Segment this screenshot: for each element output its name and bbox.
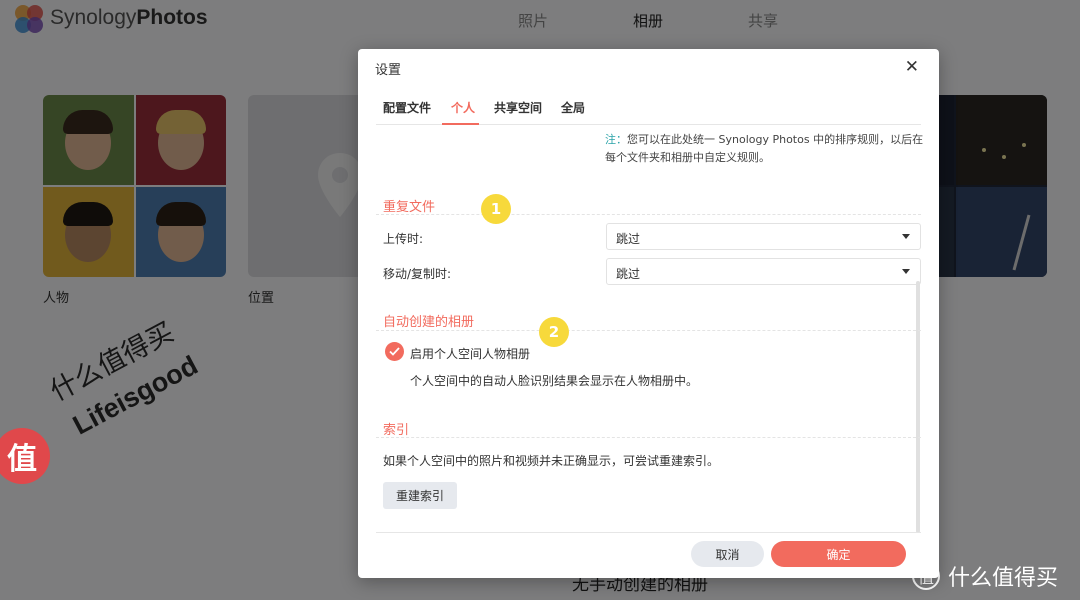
close-icon[interactable]: ✕ bbox=[905, 57, 919, 77]
people-album-description: 个人空间中的自动人脸识别结果会显示在人物相册中。 bbox=[410, 374, 699, 388]
move-copy-label: 移动/复制时: bbox=[383, 267, 452, 281]
tab-profile[interactable]: 配置文件 bbox=[383, 99, 431, 116]
move-copy-duplicate-select[interactable]: 跳过 bbox=[606, 258, 921, 285]
upload-duplicate-select[interactable]: 跳过 bbox=[606, 223, 921, 250]
move-select-value: 跳过 bbox=[616, 267, 641, 281]
section-title-auto-album: 自动创建的相册 bbox=[383, 315, 475, 330]
tab-shared-space[interactable]: 共享空间 bbox=[494, 99, 542, 116]
settings-dialog: 设置 ✕ 配置文件 个人 共享空间 全局 注：您可以在此处统一 Synology… bbox=[358, 49, 939, 578]
annotation-badge-2: 2 bbox=[539, 317, 569, 347]
dialog-scrollbar[interactable] bbox=[916, 281, 920, 533]
index-description: 如果个人空间中的照片和视频并未正确显示，可尝试重建索引。 bbox=[383, 454, 720, 468]
tab-personal[interactable]: 个人 bbox=[451, 99, 475, 116]
section-divider bbox=[376, 437, 921, 438]
chevron-down-icon bbox=[902, 234, 910, 239]
section-title-index: 索引 bbox=[383, 423, 410, 438]
active-tab-indicator bbox=[442, 123, 479, 125]
dialog-footer-divider bbox=[376, 532, 921, 533]
rebuild-index-button[interactable]: 重建索引 bbox=[383, 482, 457, 509]
people-album-checkbox[interactable] bbox=[385, 342, 404, 361]
tab-global[interactable]: 全局 bbox=[561, 99, 585, 116]
corner-watermark-text: 什么值得买 bbox=[948, 566, 1059, 591]
confirm-button[interactable]: 确定 bbox=[771, 541, 906, 567]
upload-label: 上传时: bbox=[383, 232, 424, 246]
cancel-button[interactable]: 取消 bbox=[691, 541, 764, 567]
note-text: 您可以在此处统一 Synology Photos 中的排序规则，以后在每个文件夹… bbox=[605, 133, 924, 164]
people-album-checkbox-label[interactable]: 启用个人空间人物相册 bbox=[410, 345, 530, 362]
dialog-title: 设置 bbox=[375, 63, 402, 78]
annotation-badge-1: 1 bbox=[481, 194, 511, 224]
chevron-down-icon bbox=[902, 269, 910, 274]
settings-tabs: 配置文件 个人 共享空间 全局 bbox=[376, 93, 921, 125]
checkmark-icon bbox=[389, 347, 400, 356]
upload-select-value: 跳过 bbox=[616, 232, 641, 246]
sort-rule-note: 注：您可以在此处统一 Synology Photos 中的排序规则，以后在每个文… bbox=[605, 131, 925, 167]
section-divider bbox=[376, 330, 921, 331]
note-label: 注： bbox=[605, 133, 627, 146]
section-title-duplicates: 重复文件 bbox=[383, 200, 436, 215]
section-divider bbox=[376, 214, 921, 215]
